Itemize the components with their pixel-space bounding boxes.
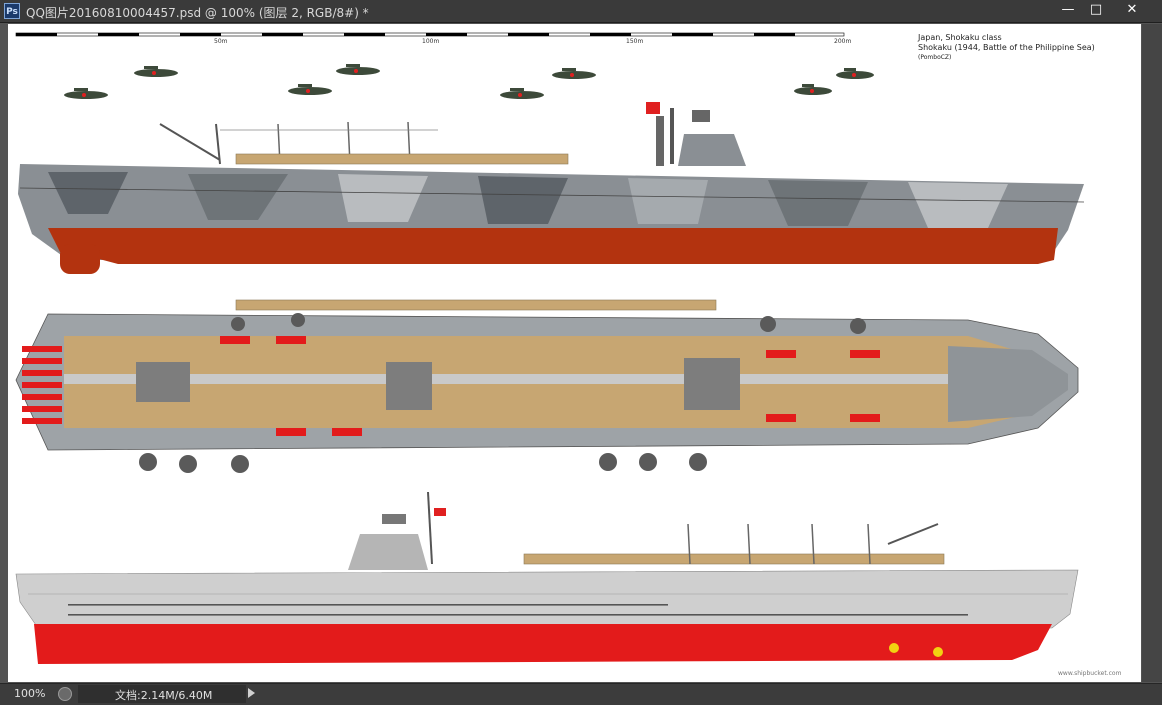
- scale-label-150m: 150m: [626, 38, 644, 45]
- scale-bar: [15, 32, 845, 37]
- vertical-scrollbar[interactable]: [1142, 24, 1162, 682]
- ship-name-label: Shokaku (1944, Battle of the Philippine …: [918, 43, 1095, 52]
- document-title: QQ图片20160810004457.psd @ 100% (图层 2, RGB…: [26, 6, 369, 20]
- title-bar[interactable]: Ps QQ图片20160810004457.psd @ 100% (图层 2, …: [0, 0, 1162, 23]
- status-menu-arrow-icon[interactable]: [248, 688, 255, 698]
- scale-label-200m: 200m: [834, 38, 852, 45]
- doc-size-info: 文档:2.14M/6.40M: [115, 689, 213, 702]
- zoom-level[interactable]: 100%: [14, 687, 45, 700]
- ship-flight-deck-plan: [15, 299, 1079, 473]
- document-canvas[interactable]: 50m 100m 150m 200m Japan, Shokaku class …: [8, 24, 1141, 682]
- close-button[interactable]: ✕: [1110, 0, 1154, 20]
- status-info-icon[interactable]: [58, 687, 72, 701]
- ship-side-light: [15, 491, 1079, 664]
- ship-class-label: Japan, Shokaku class: [918, 33, 1002, 42]
- photoshop-window: Ps QQ图片20160810004457.psd @ 100% (图层 2, …: [0, 0, 1162, 705]
- status-bar: 100% 文档:2.14M/6.40M: [0, 683, 1162, 705]
- source-credit: www.shipbucket.com: [1058, 670, 1122, 677]
- maximize-button[interactable]: □: [1080, 0, 1112, 20]
- photoshop-app-icon: Ps: [4, 3, 20, 19]
- ship-side-camouflage: [18, 102, 1085, 274]
- ship-artwork: [15, 32, 1085, 664]
- author-label: (PomboCZ): [918, 54, 952, 61]
- scale-label-50m: 50m: [214, 38, 228, 45]
- scale-label-100m: 100m: [422, 38, 440, 45]
- aircraft-group: [64, 64, 874, 99]
